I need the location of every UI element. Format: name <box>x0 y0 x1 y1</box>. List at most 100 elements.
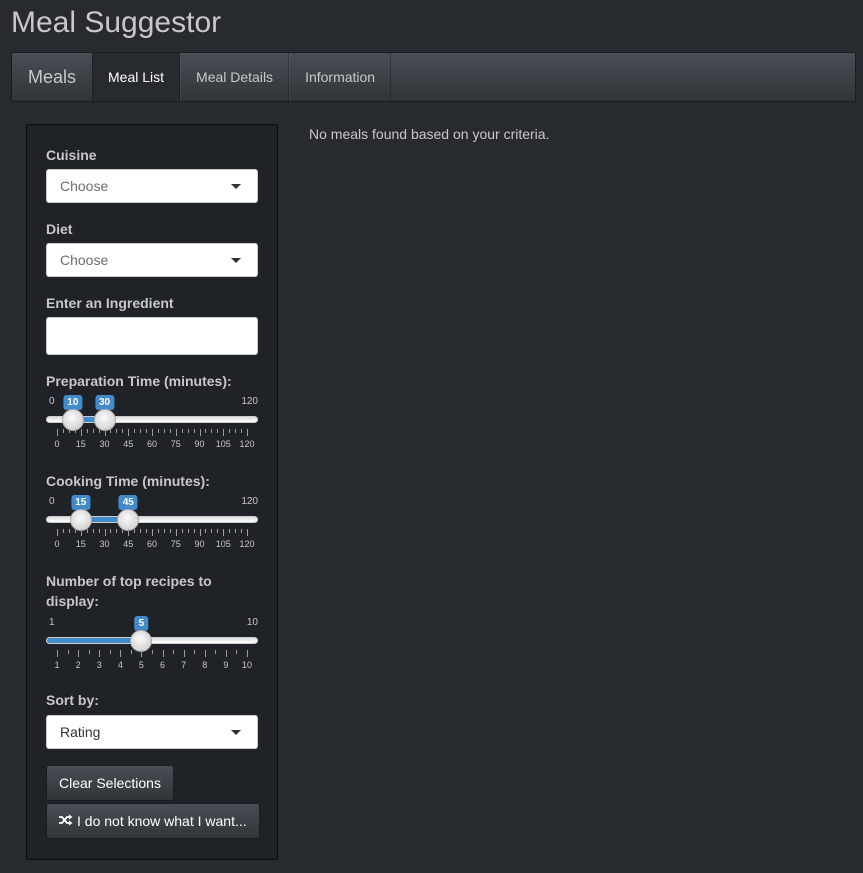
tab-information[interactable]: Information <box>289 53 392 101</box>
slider-tick-label: 45 <box>123 539 134 549</box>
slider-max-label: 120 <box>241 396 258 407</box>
slider-major-tick <box>247 650 248 657</box>
clear-selections-button[interactable]: Clear Selections <box>46 765 174 801</box>
slider-minor-tick <box>74 529 76 533</box>
slider-high-value: 30 <box>94 395 115 410</box>
no-results-message: No meals found based on your criteria. <box>309 126 550 142</box>
slider-major-tick <box>128 429 130 436</box>
shuffle-icon <box>59 814 73 829</box>
slider-minor-tick <box>109 650 111 654</box>
slider-minor-tick <box>92 429 94 433</box>
slider-minor-tick <box>68 429 70 433</box>
slider-tick-label: 30 <box>99 439 110 449</box>
slider-minor-tick <box>193 529 195 533</box>
slider-minor-tick <box>217 429 219 433</box>
slider-tick-label: 5 <box>138 660 144 670</box>
random-meal-button[interactable]: I do not know what I want... <box>46 803 260 839</box>
slider-major-tick <box>141 650 143 657</box>
tab-meal-list[interactable]: Meal List <box>92 53 181 101</box>
slider-minor-tick <box>187 429 189 433</box>
diet-label: Diet <box>46 221 73 237</box>
slider-max-label: 10 <box>246 617 258 628</box>
prep-time-slider[interactable]: 0 120 10 30 0 15 30 45 60 75 90 105 120 <box>46 395 258 456</box>
slider-major-tick <box>204 650 206 657</box>
slider-minor-tick <box>130 650 132 654</box>
slider-low-handle[interactable] <box>69 509 92 531</box>
slider-tick-label: 105 <box>215 539 231 549</box>
chevron-down-icon <box>231 184 241 189</box>
slider-minor-tick <box>205 429 207 433</box>
slider-major-tick <box>183 650 185 657</box>
slider-minor-tick <box>98 429 100 433</box>
slider-minor-tick <box>181 429 183 433</box>
ingredient-label: Enter an Ingredient <box>46 295 174 311</box>
slider-tick-label: 120 <box>239 539 255 549</box>
slider-tick-label: 3 <box>96 660 102 670</box>
sort-select[interactable]: Rating <box>46 715 258 749</box>
slider-minor-tick <box>86 529 88 533</box>
cuisine-select[interactable]: Choose <box>46 169 258 203</box>
slider-minor-tick <box>235 429 237 433</box>
slider-minor-tick <box>215 650 217 654</box>
slider-major-tick <box>78 650 80 657</box>
slider-minor-tick <box>187 529 189 533</box>
slider-minor-tick <box>110 429 112 433</box>
slider-tick-label: 75 <box>170 439 181 449</box>
slider-minor-tick <box>236 650 238 654</box>
slider-major-tick <box>104 429 106 436</box>
slider-minor-tick <box>134 529 136 533</box>
top-recipes-slider[interactable]: 1 10 5 1 2 3 4 5 6 7 8 9 10 <box>46 616 258 677</box>
slider-minor-tick <box>67 650 69 654</box>
diet-placeholder: Choose <box>60 252 109 268</box>
slider-tick-label: 1 <box>54 660 60 670</box>
tab-meal-details[interactable]: Meal Details <box>180 53 290 101</box>
navbar: Meals Meal List Meal Details Information <box>11 52 856 102</box>
slider-high-handle[interactable] <box>93 409 116 431</box>
slider-minor-tick <box>62 529 64 533</box>
slider-tick-label: 0 <box>54 539 60 549</box>
random-meal-label: I do not know what I want... <box>77 813 247 829</box>
slider-minor-tick <box>229 429 231 433</box>
slider-tick-label: 2 <box>75 660 81 670</box>
slider-tick-label: 60 <box>146 539 158 549</box>
slider-handle[interactable] <box>130 630 153 652</box>
slider-major-tick <box>225 650 227 657</box>
cook-time-slider[interactable]: 0 120 15 45 0 15 30 45 60 75 90 105 120 <box>46 495 258 556</box>
slider-low-handle[interactable] <box>61 409 84 431</box>
slider-minor-tick <box>98 529 100 533</box>
slider-major-tick <box>80 529 82 536</box>
slider-major-tick <box>57 529 58 536</box>
slider-minor-tick <box>140 429 142 433</box>
slider-minor-tick <box>146 429 148 433</box>
slider-low-value: 10 <box>63 395 83 410</box>
cuisine-placeholder: Choose <box>60 178 109 194</box>
slider-minor-tick <box>163 529 165 533</box>
slider-tick-label: 60 <box>146 439 158 449</box>
slider-tick-label: 90 <box>194 439 205 449</box>
slider-tick-label: 8 <box>202 660 208 670</box>
slider-tick-label: 6 <box>160 660 166 670</box>
slider-minor-tick <box>110 529 112 533</box>
slider-minor-tick <box>173 650 175 654</box>
slider-tick-label: 0 <box>54 439 60 449</box>
slider-ticks: 1 2 3 4 5 6 7 8 9 10 <box>46 650 258 670</box>
slider-tick-label: 15 <box>75 439 86 449</box>
diet-select[interactable]: Choose <box>46 243 258 277</box>
slider-minor-tick <box>229 529 231 533</box>
slider-minor-tick <box>211 529 213 533</box>
slider-minor-tick <box>122 429 124 433</box>
slider-major-tick <box>162 650 164 657</box>
slider-major-tick <box>99 650 101 657</box>
sort-value: Rating <box>60 724 101 740</box>
slider-value: 5 <box>134 616 149 631</box>
ingredient-input[interactable] <box>46 317 258 355</box>
slider-minor-tick <box>62 429 64 433</box>
navbar-brand[interactable]: Meals <box>12 53 92 101</box>
sort-label: Sort by: <box>46 692 99 708</box>
slider-major-tick <box>199 429 201 436</box>
slider-minor-tick <box>140 529 142 533</box>
slider-high-value: 45 <box>118 495 138 510</box>
slider-major-tick <box>120 650 122 657</box>
slider-high-handle[interactable] <box>117 509 140 531</box>
slider-tick-label: 10 <box>241 660 253 670</box>
